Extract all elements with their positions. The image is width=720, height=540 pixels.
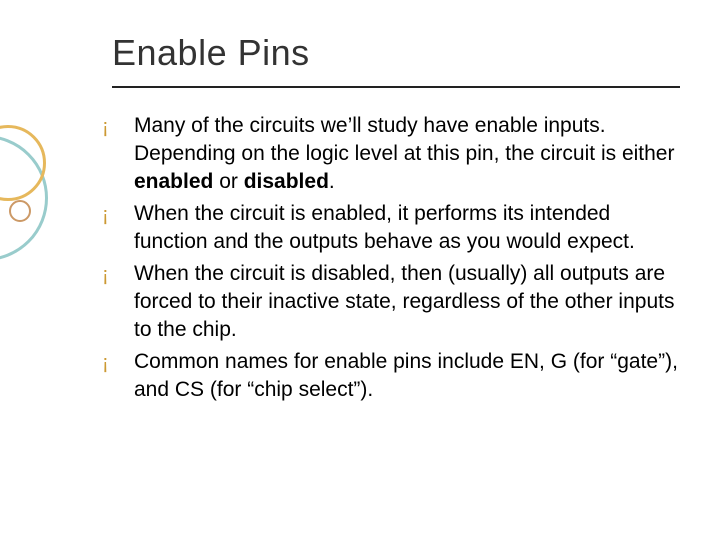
slide-body: ¡ Many of the circuits we’ll study have …	[102, 112, 682, 408]
item-text: Many of the circuits we’ll study have en…	[134, 112, 682, 196]
list-item: ¡ Common names for enable pins include E…	[102, 348, 682, 404]
item-text: When the circuit is enabled, it performs…	[134, 200, 682, 256]
item-text: When the circuit is disabled, then (usua…	[134, 260, 682, 344]
item-text: Common names for enable pins include EN,…	[134, 348, 682, 404]
bold-run: disabled	[244, 170, 329, 193]
bullet-icon: ¡	[102, 348, 134, 377]
bullet-icon: ¡	[102, 260, 134, 289]
list-item: ¡ When the circuit is disabled, then (us…	[102, 260, 682, 344]
list-item: ¡ When the circuit is enabled, it perfor…	[102, 200, 682, 256]
bullet-icon: ¡	[102, 200, 134, 229]
text-run: Many of the circuits we’ll study have en…	[134, 114, 674, 165]
bold-run: enabled	[134, 170, 213, 193]
title-underline	[112, 86, 680, 88]
slide: Enable Pins ¡ Many of the circuits we’ll…	[0, 0, 720, 540]
text-run: When the circuit is enabled, it performs…	[134, 202, 635, 253]
text-run: When the circuit is disabled, then (usua…	[134, 262, 674, 341]
text-run: .	[329, 170, 335, 193]
text-run: Common names for enable pins include EN,…	[134, 350, 678, 401]
bullet-icon: ¡	[102, 112, 134, 141]
list-item: ¡ Many of the circuits we’ll study have …	[102, 112, 682, 196]
text-run: or	[213, 170, 243, 193]
slide-title: Enable Pins	[112, 32, 310, 74]
